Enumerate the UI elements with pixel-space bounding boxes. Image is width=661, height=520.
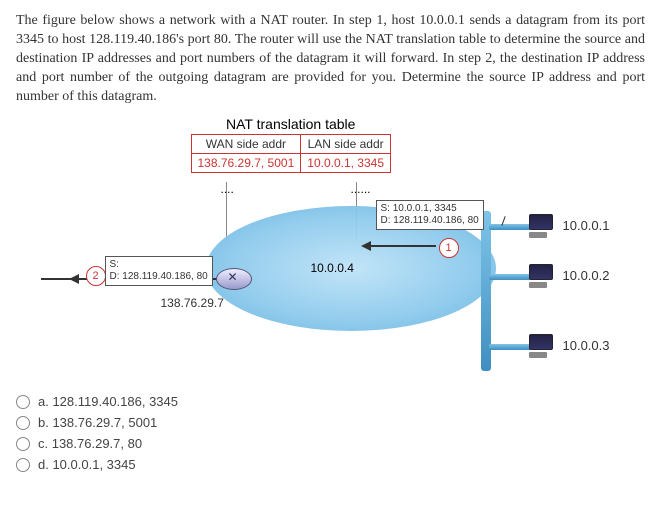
host3-ip-label: 10.0.0.3 (563, 338, 610, 353)
radio-icon (16, 458, 30, 472)
nat-col-lan: LAN side addr (301, 135, 391, 154)
host-icon (529, 264, 555, 286)
branch-line (489, 274, 531, 280)
host1-ip-label: 10.0.0.1 (563, 218, 610, 233)
arrow-left-icon (361, 241, 371, 251)
branch-line (489, 344, 531, 350)
packet1-src: S: 10.0.0.1, 3345 (381, 203, 479, 215)
option-d[interactable]: d. 10.0.0.1, 3345 (16, 457, 645, 472)
router-lan-ip-label: 10.0.0.4 (311, 261, 354, 275)
nat-table-caption: NAT translation table (191, 116, 392, 134)
connector-line (226, 182, 227, 242)
ellipsis-icon: ...... (351, 182, 371, 196)
step-1-marker: 1 (439, 238, 459, 258)
packet1-dst: D: 128.119.40.186, 80 (381, 215, 479, 227)
option-b[interactable]: b. 138.76.29.7, 5001 (16, 415, 645, 430)
question-text: The figure below shows a network with a … (16, 12, 645, 106)
radio-icon (16, 416, 30, 430)
radio-icon (16, 395, 30, 409)
nat-col-wan: WAN side addr (191, 135, 301, 154)
radio-icon (16, 437, 30, 451)
option-d-label: d. 10.0.0.1, 3345 (38, 457, 136, 472)
answer-options: a. 128.119.40.186, 3345 b. 138.76.29.7, … (16, 394, 645, 472)
option-c[interactable]: c. 138.76.29.7, 80 (16, 436, 645, 451)
step-2-marker: 2 (86, 266, 106, 286)
router-wan-ip-label: 138.76.29.7 (161, 296, 224, 310)
packet2-src: S: (110, 259, 208, 271)
nat-translation-table: NAT translation table WAN side addr LAN … (191, 116, 392, 173)
host-icon (529, 214, 555, 236)
ellipsis-icon: .... (221, 182, 234, 196)
option-c-label: c. 138.76.29.7, 80 (38, 436, 142, 451)
branch-line (489, 224, 531, 230)
packet-2-box: S: D: 128.119.40.186, 80 (105, 256, 213, 286)
nat-val-lan: 10.0.0.1, 3345 (301, 154, 391, 173)
option-a[interactable]: a. 128.119.40.186, 3345 (16, 394, 645, 409)
host2-ip-label: 10.0.0.2 (563, 268, 610, 283)
arrow-left-icon (69, 274, 79, 284)
arrow-line (371, 245, 436, 247)
packet-1-box: S: 10.0.0.1, 3345 D: 128.119.40.186, 80 (376, 200, 484, 230)
option-a-label: a. 128.119.40.186, 3345 (38, 394, 178, 409)
nat-val-wan: 138.76.29.7, 5001 (191, 154, 301, 173)
option-b-label: b. 138.76.29.7, 5001 (38, 415, 157, 430)
host-icon (529, 334, 555, 356)
network-diagram: NAT translation table WAN side addr LAN … (31, 116, 631, 376)
packet2-dst: D: 128.119.40.186, 80 (110, 271, 208, 283)
